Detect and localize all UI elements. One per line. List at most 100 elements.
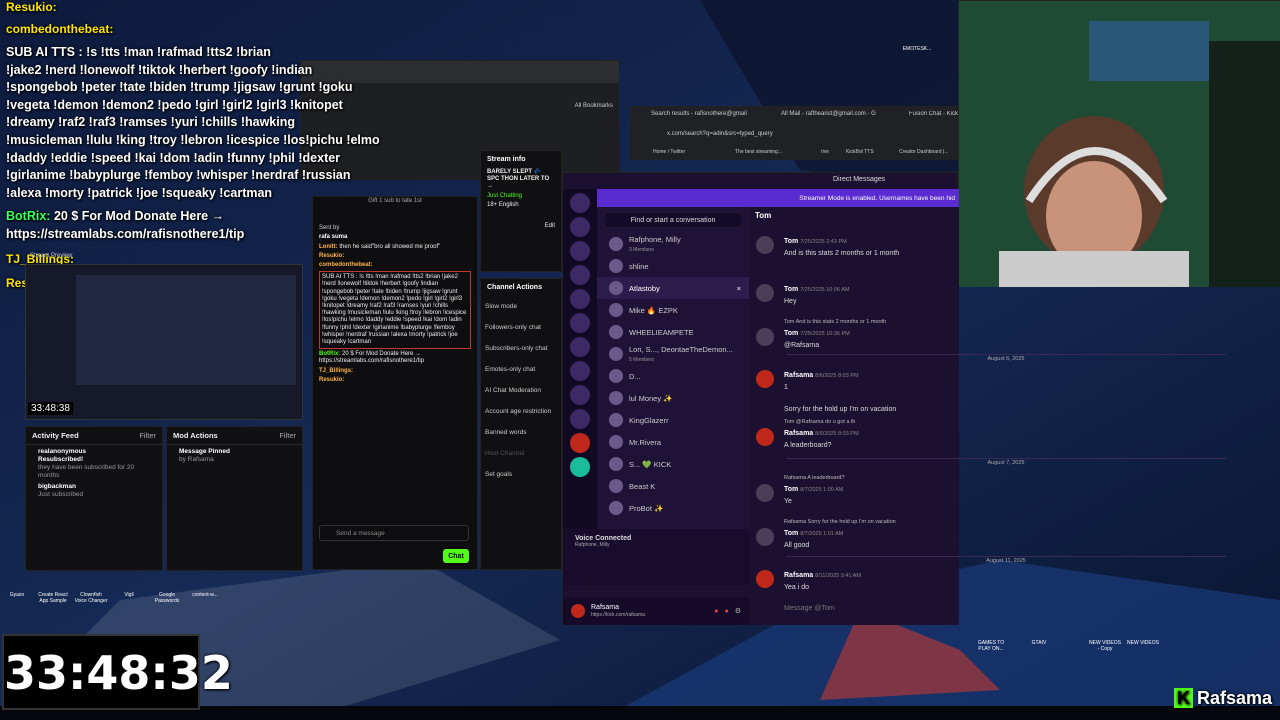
desktop-icon-label[interactable]: content-w... — [188, 592, 222, 598]
dm-item[interactable]: Mr.Rivera — [597, 431, 749, 453]
avatar — [756, 484, 774, 502]
channel-action[interactable]: Banned words — [481, 422, 561, 443]
browser-window-2[interactable]: Search results - rafisnothere@gmail All … — [630, 106, 958, 160]
activity-feed-filter[interactable]: Filter — [139, 431, 156, 440]
desktop-icon-label[interactable]: Google Passwords — [150, 592, 184, 604]
mod-actions-filter[interactable]: Filter — [279, 431, 296, 440]
message: Rafsama 8/6/2025 8:03 PM 1 Sorry for the h… — [756, 370, 896, 415]
desktop-icon-label[interactable]: Vigil — [112, 592, 146, 598]
desktop-icon-label[interactable]: GAMES TO PLAY ON... — [974, 640, 1008, 652]
mod-action-by: by Rafsama — [179, 456, 214, 463]
desktop-icon-label[interactable]: GTAIV — [1022, 640, 1056, 646]
dm-item[interactable]: WHEELIEAMPETE — [597, 321, 749, 343]
bookmark[interactable]: rive — [821, 149, 829, 155]
server-icon[interactable] — [570, 385, 590, 405]
message-author: Tom — [784, 238, 799, 245]
bookmark[interactable]: The best streaming... — [735, 149, 782, 155]
channel-action[interactable]: Subscribers-only chat — [481, 338, 561, 359]
tts-line: !girlanime !babyplurge !femboy !whisper … — [6, 168, 351, 183]
dm-item[interactable]: KingGlazerr — [597, 409, 749, 431]
server-icon[interactable] — [570, 361, 590, 381]
kick-logo-icon: K — [1173, 688, 1193, 708]
server-icon[interactable] — [570, 433, 590, 453]
dm-item[interactable]: Rafphone, Milly 3 Members — [597, 233, 749, 255]
server-icon[interactable] — [570, 241, 590, 261]
message-text: 1 — [784, 384, 788, 391]
message-time: 7/25/2025 10:06 AM — [800, 287, 850, 293]
server-icon[interactable] — [570, 289, 590, 309]
mic-muted-icon[interactable]: ● — [714, 608, 718, 615]
activity-feed-panel: Activity Feed Filter realanonymous Resubs… — [25, 426, 163, 571]
stream-preview: Stream Preview 33:48:38 — [25, 253, 303, 420]
dm-item[interactable]: Lon, S..., DeontaeTheDemon... 5 Members — [597, 343, 749, 365]
mod-actions-panel: Mod Actions Filter Message Pinned by Rafs… — [166, 426, 303, 571]
overlay-user-combedonthebeat: combedonthebeat: — [6, 22, 114, 36]
close-icon[interactable]: × — [737, 284, 741, 293]
stream-info-panel: Stream info BARELY SLEPT 💤 SPC THON LATE… — [480, 150, 562, 272]
channel-action[interactable]: Followers-only chat — [481, 317, 561, 338]
server-icon[interactable] — [570, 265, 590, 285]
chat-send-button[interactable]: Chat — [443, 549, 469, 563]
dm-item[interactable]: D... — [597, 365, 749, 387]
bookmark[interactable]: Home / Twitter — [653, 149, 685, 155]
activity-feed-title: Activity Feed — [32, 431, 79, 440]
browser-tab[interactable]: Fusion Chat - Kick — [909, 111, 959, 117]
dm-item[interactable]: ProBot ✨ — [597, 497, 749, 519]
channel-action[interactable]: Account age restriction — [481, 401, 561, 422]
sent-by-label: Sent by — [319, 225, 340, 232]
channel-action[interactable]: Set goals — [481, 464, 561, 485]
dm-item[interactable]: Beast K — [597, 475, 749, 497]
channel-action[interactable]: AI Chat Moderation — [481, 380, 561, 401]
avatar — [609, 281, 623, 295]
avatar — [756, 570, 774, 588]
avatar — [756, 370, 774, 388]
dm-search-input[interactable]: Find or start a conversation — [605, 213, 741, 227]
bookmark[interactable]: Creator Dashboard |... — [899, 149, 959, 155]
tts-line: !dreamy !raf2 !raf3 !ramses !yuri !chill… — [6, 115, 295, 130]
server-icon[interactable] — [570, 457, 590, 477]
message-reply: Tom @Rafsama do u got a lb — [784, 419, 856, 425]
brand-name: Rafsama — [1196, 688, 1272, 708]
user-panel: Rafsama https://kick.com/rafsama ● ● ⚙ — [563, 597, 749, 625]
browser-tab[interactable]: All Mail - rafthearist@gmail.com - G — [781, 111, 876, 117]
dm-item[interactable]: shline — [597, 255, 749, 277]
url-bar[interactable]: x.com/search?q=adin&src=typed_query — [667, 131, 773, 137]
chat-input[interactable]: Send a message — [319, 525, 469, 541]
tts-line: !vegeta !demon !demon2 !pedo !girl !girl… — [6, 97, 343, 112]
server-icon[interactable] — [570, 409, 590, 429]
desktop-icon-label[interactable]: Gyazo — [0, 592, 34, 598]
dm-item[interactable]: lul Money ✨ — [597, 387, 749, 409]
server-icon[interactable] — [570, 313, 590, 333]
message: Tom 7/25/2025 10:06 AM Hey — [756, 284, 849, 307]
channel-action[interactable]: Host Channel — [481, 443, 561, 464]
desktop-icon-label[interactable]: NEW VIDEOS — [1126, 640, 1160, 646]
stream-info-edit-button[interactable]: Edit — [481, 222, 561, 231]
message-text: @Rafsama — [784, 342, 820, 349]
dm-item[interactable]: Mike 🔥 EZPK — [597, 299, 749, 321]
headset-muted-icon[interactable]: ● — [724, 608, 728, 615]
dm-name: lul Money ✨ — [629, 393, 673, 403]
dm-name: Mike 🔥 EZPK — [629, 305, 678, 315]
server-icon[interactable] — [570, 193, 590, 213]
dm-item[interactable]: Atlastoby × — [597, 277, 749, 299]
server-icon[interactable] — [570, 337, 590, 357]
voice-sub: Rafphone, Milly — [575, 542, 610, 548]
channel-action[interactable]: Slow mode — [481, 296, 561, 317]
stream-preview-label: Stream Preview — [30, 253, 73, 259]
message-input[interactable]: Message @Tom — [760, 600, 1220, 616]
browser-tab[interactable]: Search results - rafisnothere@gmail — [651, 111, 747, 117]
desktop-icon-label[interactable]: Clownfish Voice Changer — [74, 592, 108, 604]
channel-actions-title: Channel Actions — [487, 284, 542, 291]
settings-gear-icon[interactable]: ⚙ — [735, 607, 741, 615]
desktop-icon-label[interactable]: NEW VIDEOS - Copy — [1088, 640, 1122, 652]
desktop-icon-label[interactable]: Create React App Sample — [36, 592, 70, 604]
desktop-icon-label[interactable]: EMOTESK... — [900, 46, 934, 52]
list-item: bigbackman Just subscribed — [26, 480, 162, 499]
avatar — [609, 391, 623, 405]
channel-action[interactable]: Emotes-only chat — [481, 359, 561, 380]
all-bookmarks[interactable]: All Bookmarks — [575, 103, 613, 109]
dm-item[interactable]: S... 💚 KICK — [597, 453, 749, 475]
user-name: Rafsama — [591, 604, 620, 611]
bookmark[interactable]: KickBot TTS — [846, 149, 874, 155]
server-icon[interactable] — [570, 217, 590, 237]
